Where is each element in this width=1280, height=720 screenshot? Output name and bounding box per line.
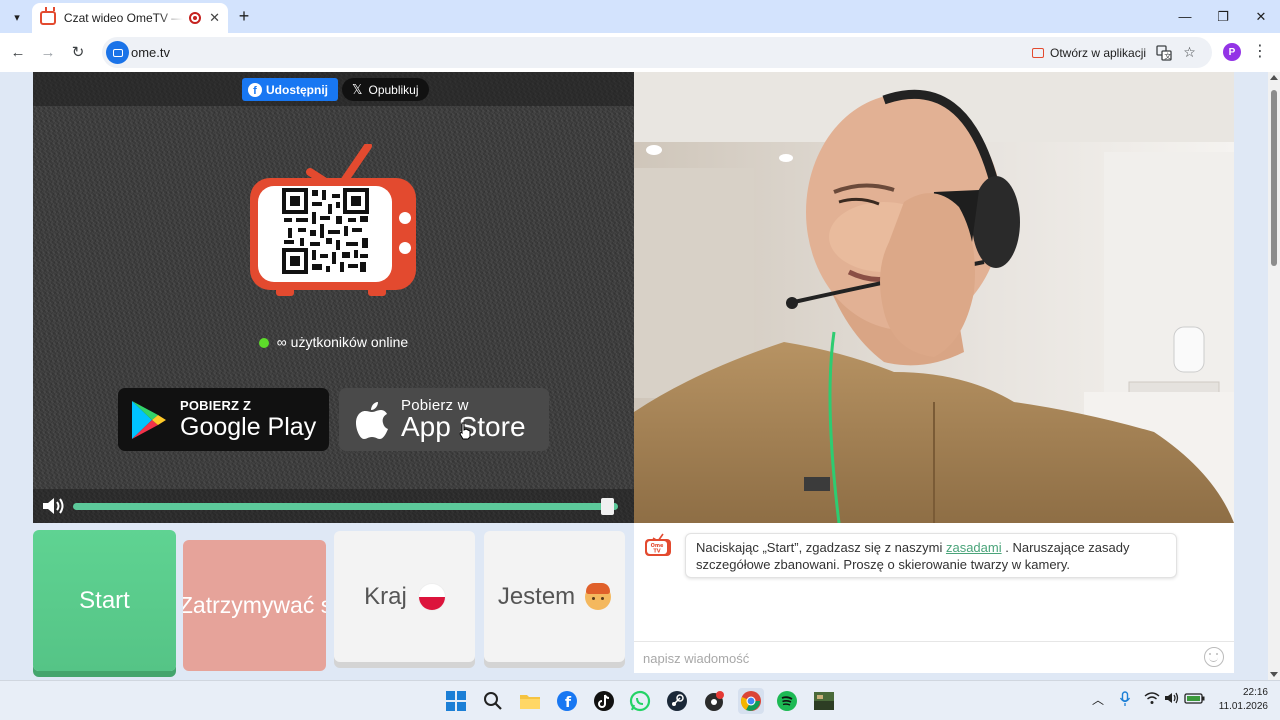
country-label: Kraj (364, 582, 407, 610)
google-play-big-label: Google Play (180, 412, 317, 441)
tab-strip: ▾ Czat wideo OmeTV — alternatywa ✕ + — ❐… (0, 0, 1280, 33)
hand-cursor-icon (459, 422, 471, 440)
speaker-icon[interactable] (41, 495, 67, 517)
windows-taskbar: f ︿ 22:16 11.01.2026 (0, 680, 1280, 720)
stop-button[interactable]: Zatrzymywać się (183, 540, 326, 671)
ometv-favicon-icon (40, 11, 56, 25)
svg-text:f: f (565, 695, 572, 711)
spotify-icon[interactable] (775, 689, 799, 713)
clock-time: 22:16 (1242, 687, 1268, 698)
facebook-icon: f (248, 82, 262, 97)
rules-link[interactable]: zasadami (946, 540, 1002, 555)
page-scrollbar[interactable] (1268, 72, 1280, 680)
share-bar: f Udostępnij 𝕏 Opublikuj (33, 72, 634, 106)
steam-icon[interactable] (665, 689, 689, 713)
back-button[interactable]: ← (7, 41, 29, 63)
gender-select-button[interactable]: Jestem (484, 531, 625, 662)
file-explorer-icon[interactable] (518, 689, 542, 713)
message-text-before: Naciskając „Start”, zgadzasz się z naszy… (696, 540, 946, 555)
forward-button[interactable]: → (37, 41, 59, 63)
own-video-area: f Udostępnij 𝕏 Opublikuj ∞ użytkoników o… (33, 72, 634, 523)
ometv-chat-logo-icon: Ome TV (645, 533, 671, 556)
emoji-picker-icon[interactable] (1204, 647, 1224, 667)
microphone-icon[interactable] (1119, 691, 1131, 710)
chrome-icon[interactable] (738, 688, 764, 714)
volume-slider-track[interactable] (73, 503, 618, 510)
game-app-icon[interactable] (812, 689, 836, 713)
google-play-small-label: POBIERZ Z (180, 397, 252, 413)
tiktok-icon[interactable] (592, 689, 616, 713)
stranger-video-feed (634, 72, 1234, 523)
scrollbar-thumb[interactable] (1271, 90, 1277, 266)
tray-overflow-icon[interactable]: ︿ (1092, 691, 1104, 708)
volume-slider-knob[interactable] (601, 498, 614, 515)
start-label: Start (79, 586, 130, 614)
x-share-button[interactable]: 𝕏 Opublikuj (342, 78, 429, 101)
message-input[interactable] (643, 648, 1193, 668)
apple-icon (356, 401, 388, 439)
google-play-button[interactable]: POBIERZ Z Google Play (118, 388, 329, 451)
search-icon[interactable] (481, 689, 505, 713)
google-play-icon (132, 400, 166, 439)
bookmark-star-icon[interactable]: ☆ (1178, 41, 1201, 64)
new-tab-button[interactable]: + (234, 6, 254, 26)
clock-date: 11.01.2026 (1218, 701, 1268, 712)
system-clock[interactable]: 22:16 11.01.2026 (1214, 686, 1268, 714)
site-info-icon[interactable] (106, 41, 129, 64)
minimize-button[interactable]: — (1166, 0, 1204, 33)
online-status-dot (258, 338, 269, 348)
game-launcher-icon[interactable] (702, 689, 726, 713)
x-share-label: Opublikuj (368, 82, 419, 97)
scroll-up-icon[interactable] (1270, 75, 1278, 80)
browser-menu-icon[interactable]: ⋮ (1252, 41, 1268, 63)
start-button[interactable]: Start (33, 530, 176, 671)
facebook-app-icon[interactable]: f (555, 689, 579, 713)
scroll-down-icon[interactable] (1270, 672, 1278, 677)
chat-input-bar (634, 641, 1234, 673)
url-text[interactable]: ome.tv (131, 45, 170, 60)
boy-emoji-icon (585, 582, 612, 610)
svg-text:文: 文 (1164, 51, 1171, 60)
facebook-share-label: Udostępnij (266, 82, 328, 97)
tab-active[interactable]: Czat wideo OmeTV — alternatywa ✕ (32, 3, 228, 33)
close-window-button[interactable]: ✕ (1242, 0, 1280, 33)
tab-search-button[interactable]: ▾ (6, 6, 28, 28)
wifi-icon[interactable] (1144, 691, 1160, 708)
volume-tray-icon[interactable] (1164, 691, 1180, 708)
tab-title: Czat wideo OmeTV — alternatywa (63, 11, 184, 25)
facebook-share-button[interactable]: f Udostępnij (242, 78, 338, 101)
maximize-button[interactable]: ❐ (1204, 0, 1242, 33)
translate-icon[interactable]: 文 (1152, 41, 1175, 64)
ometv-app-icon (1032, 47, 1044, 58)
battery-icon[interactable] (1184, 691, 1206, 708)
country-select-button[interactable]: Kraj (334, 531, 475, 662)
start-menu-icon[interactable] (444, 689, 468, 713)
whatsapp-icon[interactable] (628, 689, 652, 713)
system-message: Naciskając „Start”, zgadzasz się z naszy… (685, 533, 1177, 578)
ometv-qr-tv-logo (250, 144, 416, 296)
open-in-app-button[interactable]: Otwórz w aplikacji (1024, 41, 1154, 64)
poland-flag-icon (418, 583, 445, 610)
online-users-indicator: ∞ użytkoników online (33, 334, 634, 350)
recording-indicator-icon (189, 12, 202, 24)
x-logo-icon: 𝕏 (352, 81, 363, 97)
volume-bar (33, 489, 634, 523)
profile-avatar[interactable]: P (1223, 43, 1241, 61)
stop-label: Zatrzymywać się (183, 592, 326, 618)
tab-close-icon[interactable]: ✕ (209, 10, 220, 26)
svg-text:TV: TV (653, 549, 660, 555)
address-bar[interactable]: ome.tv Otwórz w aplikacji 文 ☆ (102, 37, 1212, 68)
chat-panel: Ome TV Naciskając „Start”, zgadzasz się … (634, 523, 1234, 673)
gender-label: Jestem (497, 582, 576, 610)
reload-button[interactable]: ↻ (67, 41, 89, 63)
app-store-button[interactable]: Pobierz w App Store (339, 388, 549, 451)
online-label: użytkoników online (290, 334, 409, 350)
browser-toolbar: ← → ↻ ome.tv Otwórz w aplikacji 文 ☆ P ⋮ (0, 33, 1280, 72)
open-in-app-label: Otwórz w aplikacji (1050, 45, 1147, 60)
online-count: ∞ (276, 334, 287, 350)
